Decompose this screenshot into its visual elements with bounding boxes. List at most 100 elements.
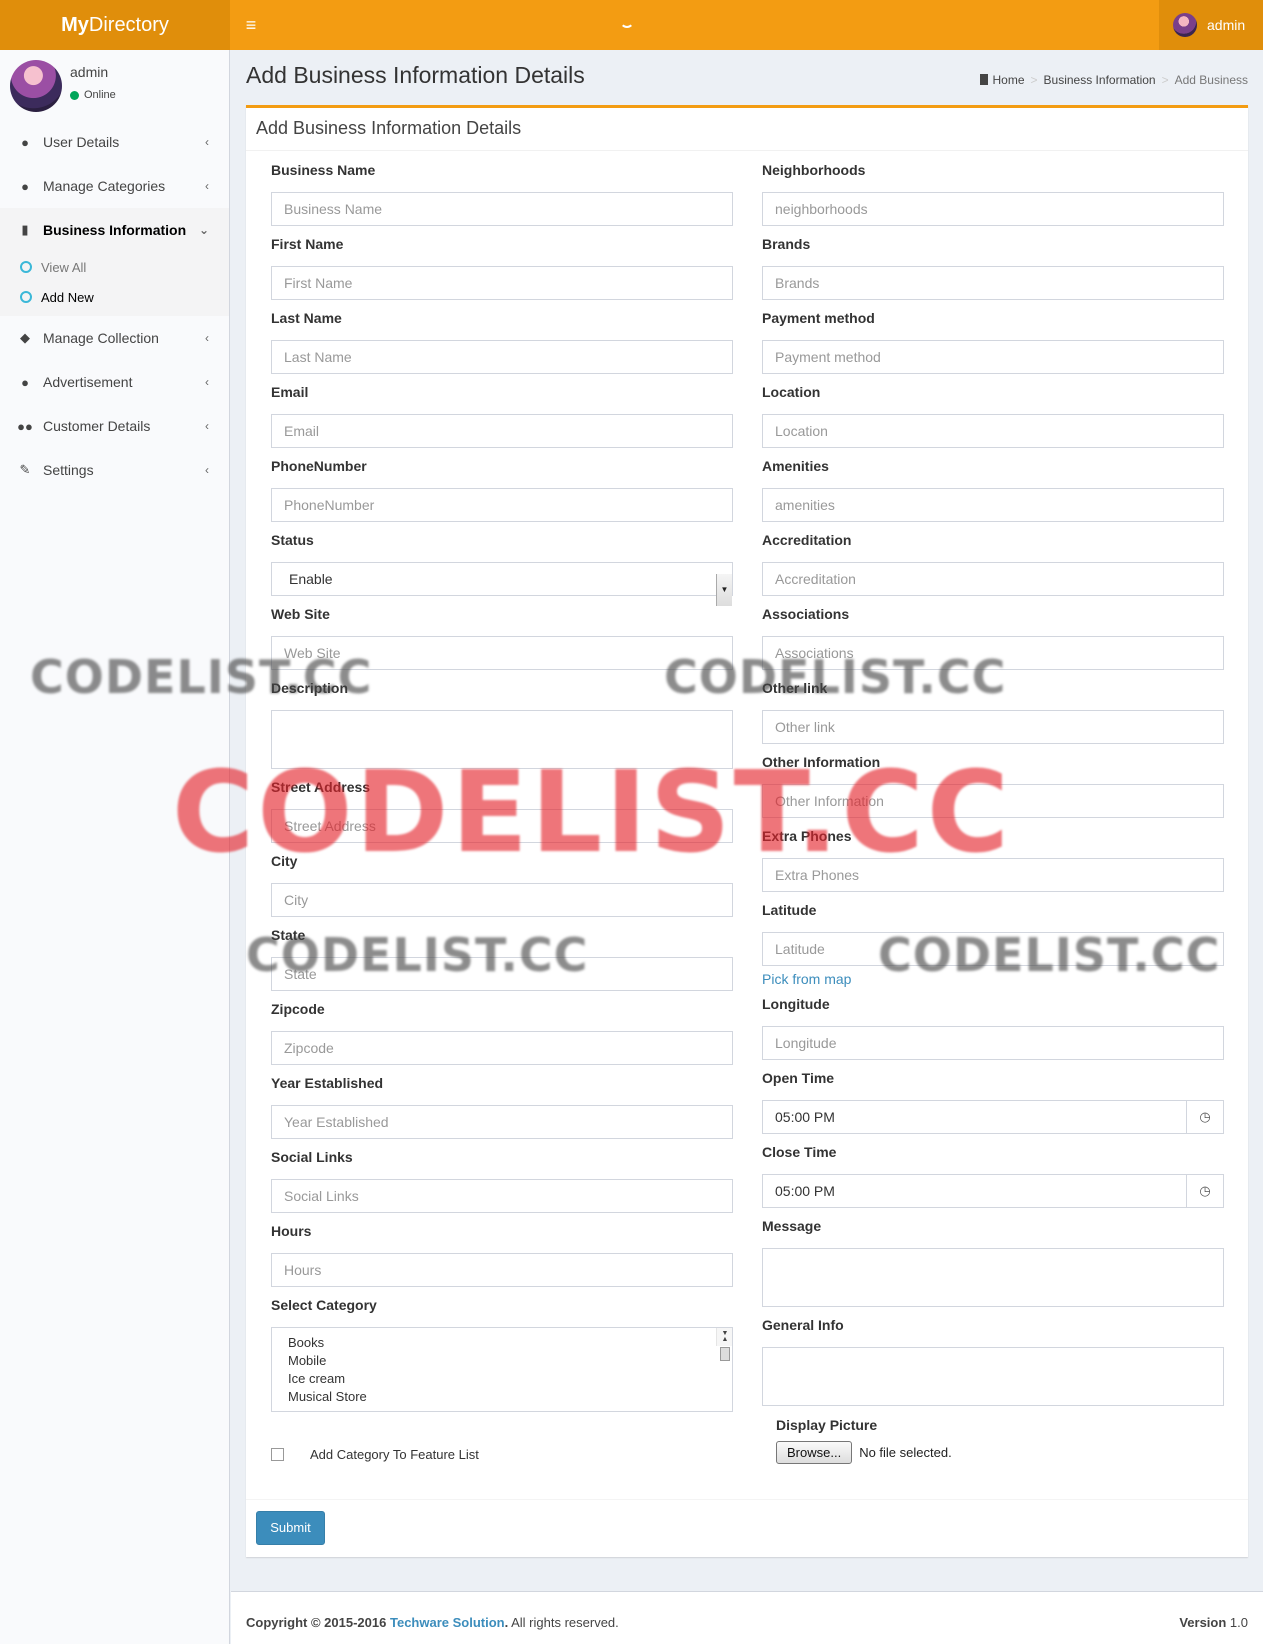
associations-group: Associations Associations (762, 605, 1224, 670)
other-info-group: Other Information Other Information (762, 753, 1224, 818)
city-label: City (271, 853, 298, 869)
sidebar-item-business-information[interactable]: ▮ Business Information ⌄ (0, 208, 229, 252)
display-picture-label: Display Picture (776, 1417, 878, 1433)
submenu-item-add-new[interactable]: Add New (0, 282, 229, 312)
open-time-input[interactable]: 05:00 PM (762, 1100, 1187, 1134)
description-textarea[interactable] (271, 710, 733, 769)
street-input[interactable]: Street Address (271, 809, 733, 843)
submenu-item-view-all[interactable]: View All (0, 252, 229, 282)
other-info-input[interactable]: Other Information (762, 784, 1224, 818)
user-icon: ● (21, 134, 29, 150)
other-info-label: Other Information (762, 754, 881, 770)
year-group: Year Established Year Established (271, 1074, 733, 1139)
listbox-scrollbar[interactable]: ▲ ▼ (716, 1328, 732, 1361)
logo[interactable]: MyDirectory (0, 0, 230, 50)
sidebar-toggle-icon[interactable]: ≡ (240, 0, 262, 50)
website-input[interactable]: Web Site (271, 636, 733, 670)
top-navbar: MyDirectory ≡ admin (0, 0, 1263, 50)
first-name-input[interactable]: First Name (271, 266, 733, 300)
brands-label: Brands (762, 236, 811, 252)
state-input[interactable]: State (271, 957, 733, 991)
browse-button[interactable]: Browse... (776, 1441, 853, 1464)
sidebar-item-settings[interactable]: ✎ Settings ‹ (0, 448, 229, 492)
latitude-group: Latitude Latitude Pick from map (762, 901, 1224, 987)
location-input[interactable]: Location (762, 414, 1224, 448)
user-panel-name: admin (70, 64, 109, 80)
user-menu[interactable]: admin (1159, 0, 1263, 50)
other-link-label: Other link (762, 680, 828, 696)
online-status: Online (70, 89, 116, 101)
hours-group: Hours Hours (271, 1222, 733, 1287)
breadcrumb-home[interactable]: Home (979, 73, 1025, 87)
business-submenu: View All Add New (0, 252, 229, 316)
list-item[interactable]: Mobile (288, 1352, 716, 1370)
social-label: Social Links (271, 1149, 353, 1165)
message-label: Message (762, 1218, 822, 1234)
user-menu-name: admin (1207, 17, 1246, 33)
list-item[interactable]: Musical Store (288, 1388, 716, 1406)
email-field[interactable]: Email (271, 414, 733, 448)
neighborhoods-input[interactable]: neighborhoods (762, 192, 1224, 226)
hours-input[interactable]: Hours (271, 1253, 733, 1287)
page-title: Add Business Information Details (246, 62, 585, 88)
breadcrumb-current: Add Business (1174, 73, 1248, 87)
sidebar-item-user-details[interactable]: ● User Details ‹ (0, 120, 229, 164)
street-group: Street Address Street Address (271, 778, 733, 843)
description-label: Description (271, 680, 349, 696)
clock-icon[interactable]: ◷ (1187, 1174, 1224, 1208)
pick-from-map-link[interactable]: Pick from map (762, 971, 1224, 987)
associations-input[interactable]: Associations (762, 636, 1224, 670)
other-link-input[interactable]: Other link (762, 710, 1224, 744)
accreditation-input[interactable]: Accreditation (762, 562, 1224, 596)
category-listbox[interactable]: Books Mobile Ice cream Musical Store ▲ ▼ (271, 1327, 733, 1412)
dropdown-arrow-icon[interactable]: ▼ (716, 574, 732, 606)
payment-method-input[interactable]: Payment method (762, 340, 1224, 374)
first-name-group: First Name First Name (271, 235, 733, 300)
brands-input[interactable]: Brands (762, 266, 1224, 300)
sidebar-item-customer-details[interactable]: ●● Customer Details ‹ (0, 404, 229, 448)
clock-icon[interactable]: ◷ (1187, 1100, 1224, 1134)
longitude-input[interactable]: Longitude (762, 1026, 1224, 1060)
general-info-textarea[interactable] (762, 1347, 1224, 1406)
page-footer: Copyright © 2015-2016 Techware Solution.… (231, 1591, 1263, 1644)
phone-input[interactable]: PhoneNumber (271, 488, 733, 522)
avatar (1173, 13, 1197, 37)
sidebar-item-advertisement[interactable]: ● Advertisement ‹ (0, 360, 229, 404)
social-links-input[interactable]: Social Links (271, 1179, 733, 1213)
company-link[interactable]: Techware Solution (390, 1615, 505, 1630)
submit-button[interactable]: Submit (256, 1511, 325, 1545)
zipcode-group: Zipcode Zipcode (271, 1000, 733, 1065)
chevron-left-icon: ‹ (205, 419, 209, 433)
status-select[interactable]: Enable (271, 562, 733, 596)
copyright: Copyright © 2015-2016 Techware Solution.… (246, 1615, 619, 1630)
last-name-input[interactable]: Last Name (271, 340, 733, 374)
hours-label: Hours (271, 1223, 312, 1239)
sidebar-item-manage-categories[interactable]: ● Manage Categories ‹ (0, 164, 229, 208)
amenities-input[interactable]: amenities (762, 488, 1224, 522)
business-name-group: Business Name Business Name (271, 161, 733, 226)
amenities-label: Amenities (762, 458, 829, 474)
business-name-input[interactable]: Business Name (271, 192, 733, 226)
close-time-input[interactable]: 05:00 PM (762, 1174, 1187, 1208)
user-panel: admin Online (0, 50, 229, 120)
accreditation-group: Accreditation Accreditation (762, 531, 1224, 596)
chevron-left-icon: ‹ (205, 463, 209, 477)
brands-group: Brands Brands (762, 235, 1224, 300)
latitude-input[interactable]: Latitude (762, 932, 1224, 966)
scroll-thumb[interactable] (720, 1347, 730, 1361)
zipcode-input[interactable]: Zipcode (271, 1031, 733, 1065)
extra-phones-input[interactable]: Extra Phones (762, 858, 1224, 892)
email-group: Email Email (271, 383, 733, 448)
user-icon: ● (21, 374, 29, 390)
message-textarea[interactable] (762, 1248, 1224, 1307)
breadcrumb-business-information[interactable]: Business Information (1044, 73, 1156, 87)
feature-list-checkbox[interactable] (271, 1448, 284, 1461)
scroll-down-icon[interactable]: ▼ (717, 1328, 732, 1343)
list-item[interactable]: Books (288, 1334, 716, 1352)
list-item[interactable]: Ice cream (288, 1370, 716, 1388)
sidebar-item-manage-collection[interactable]: ◆ Manage Collection ‹ (0, 316, 229, 360)
display-picture-group: Display Picture Browse... No file select… (776, 1417, 952, 1464)
city-input[interactable]: City (271, 883, 733, 917)
year-established-input[interactable]: Year Established (271, 1105, 733, 1139)
cube-icon: ◆ (20, 330, 30, 345)
